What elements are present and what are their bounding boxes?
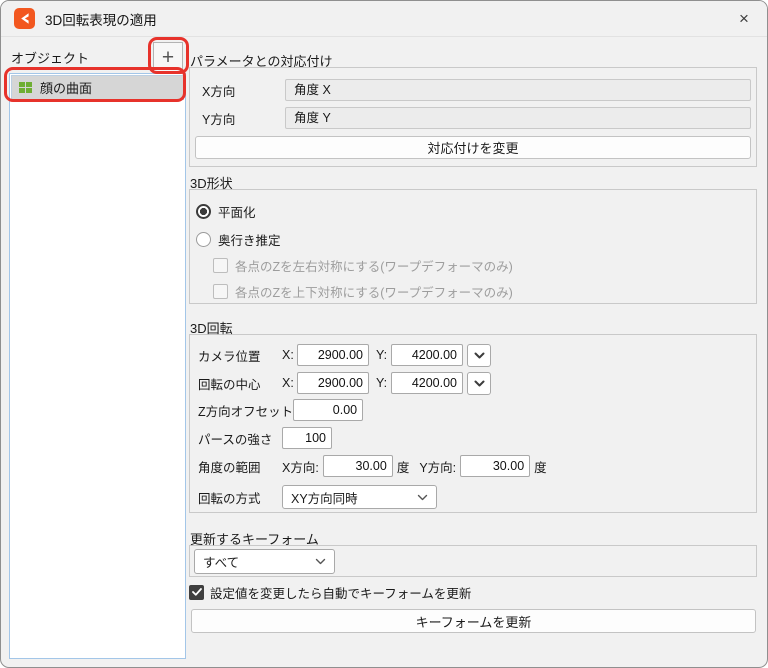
checkbox-z-ud-symmetric-label: 各点のZを上下対称にする(ワープデフォーマのみ) (235, 282, 513, 301)
settings-panel: パラメータとの対応付け X方向 角度 X Y方向 角度 Y 対応付けを変更 3D… (189, 41, 757, 668)
z-offset-input[interactable] (293, 399, 363, 421)
angle-range-y-input[interactable] (460, 455, 530, 477)
object-item-label: 顔の曲面 (40, 78, 92, 97)
camera-position-label: カメラ位置 (190, 346, 282, 365)
change-mapping-button[interactable]: 対応付けを変更 (195, 136, 751, 159)
rotation-method-value: XY方向同時 (291, 488, 417, 507)
center-y-label: Y: (376, 376, 391, 390)
window-title: 3D回転表現の適用 (45, 9, 157, 29)
radio-flatten-label: 平面化 (218, 202, 256, 221)
check-icon (192, 588, 202, 596)
group-parameter-mapping-title: パラメータとの対応付け (190, 51, 332, 70)
chevron-down-icon (315, 558, 326, 565)
rotation-center-label: 回転の中心 (190, 374, 282, 393)
object-list[interactable]: 顔の曲面 (9, 73, 186, 659)
camera-y-label: Y: (376, 348, 391, 362)
angle-range-x-input[interactable] (323, 455, 393, 477)
degree-unit-y: 度 (534, 457, 547, 476)
update-keyform-button[interactable]: キーフォームを更新 (191, 609, 756, 633)
camera-x-input[interactable] (297, 344, 369, 366)
camera-x-label: X: (282, 348, 297, 362)
plus-icon: + (162, 47, 174, 68)
close-button[interactable]: × (721, 1, 767, 36)
z-offset-label: Z方向オフセット (190, 401, 293, 420)
perspective-strength-label: パースの強さ (190, 429, 282, 448)
degree-unit-x: 度 (397, 457, 410, 476)
dialog-window: 3D回転表現の適用 × オブジェクト + 顔の曲面 パラメータとの対応付け X方… (0, 0, 768, 668)
group-3d-shape-title: 3D形状 (190, 173, 233, 192)
auto-update-checkbox[interactable] (189, 585, 204, 600)
objects-header-label: オブジェクト (11, 48, 89, 67)
live2d-logo-icon (14, 8, 35, 29)
keyform-scope-value: すべて (203, 552, 315, 571)
param-y-field: 角度 Y (285, 107, 751, 129)
radio-depth-estimate-label: 奥行き推定 (218, 230, 281, 249)
rotation-center-y-input[interactable] (391, 372, 463, 394)
add-object-button[interactable]: + (153, 42, 183, 72)
rotation-method-select[interactable]: XY方向同時 (282, 485, 437, 509)
warp-deformer-icon (19, 82, 32, 94)
rotation-method-label: 回転の方式 (190, 488, 282, 507)
group-parameter-mapping: パラメータとの対応付け X方向 角度 X Y方向 角度 Y 対応付けを変更 (189, 67, 757, 167)
radio-flatten[interactable] (196, 204, 211, 219)
object-list-item-face-surface[interactable]: 顔の曲面 (11, 75, 184, 100)
keyform-scope-select[interactable]: すべて (194, 549, 335, 574)
checkbox-z-ud-symmetric (213, 284, 228, 299)
checkbox-z-lr-symmetric (213, 258, 228, 273)
group-3d-shape: 3D形状 平面化 奥行き推定 各点のZを左右対称にする(ワープデフォーマのみ) … (189, 189, 757, 304)
center-x-label: X: (282, 376, 297, 390)
auto-update-label: 設定値を変更したら自動でキーフォームを更新 (210, 583, 471, 602)
rotation-center-preset-button[interactable] (467, 372, 491, 395)
group-3d-rotation: 3D回転 カメラ位置 X: Y: 回転の中心 X: Y: (189, 334, 757, 513)
angle-range-y-label: Y方向: (419, 457, 456, 476)
chevron-down-icon (417, 494, 428, 501)
param-x-field: 角度 X (285, 79, 751, 101)
camera-y-input[interactable] (391, 344, 463, 366)
group-3d-rotation-title: 3D回転 (190, 318, 233, 337)
camera-preset-button[interactable] (467, 344, 491, 367)
radio-depth-estimate[interactable] (196, 232, 211, 247)
x-direction-label: X方向 (190, 81, 285, 100)
chevron-down-icon (474, 380, 485, 387)
rotation-center-x-input[interactable] (297, 372, 369, 394)
perspective-strength-input[interactable] (282, 427, 332, 449)
checkbox-z-lr-symmetric-label: 各点のZを左右対称にする(ワープデフォーマのみ) (235, 256, 513, 275)
angle-range-x-label: X方向: (282, 457, 319, 476)
group-update-keyform-title: 更新するキーフォーム (190, 529, 319, 548)
group-update-keyform: 更新するキーフォーム すべて (189, 545, 757, 577)
angle-range-label: 角度の範囲 (190, 457, 282, 476)
chevron-down-icon (474, 352, 485, 359)
y-direction-label: Y方向 (190, 109, 285, 128)
title-bar: 3D回転表現の適用 × (1, 1, 767, 37)
